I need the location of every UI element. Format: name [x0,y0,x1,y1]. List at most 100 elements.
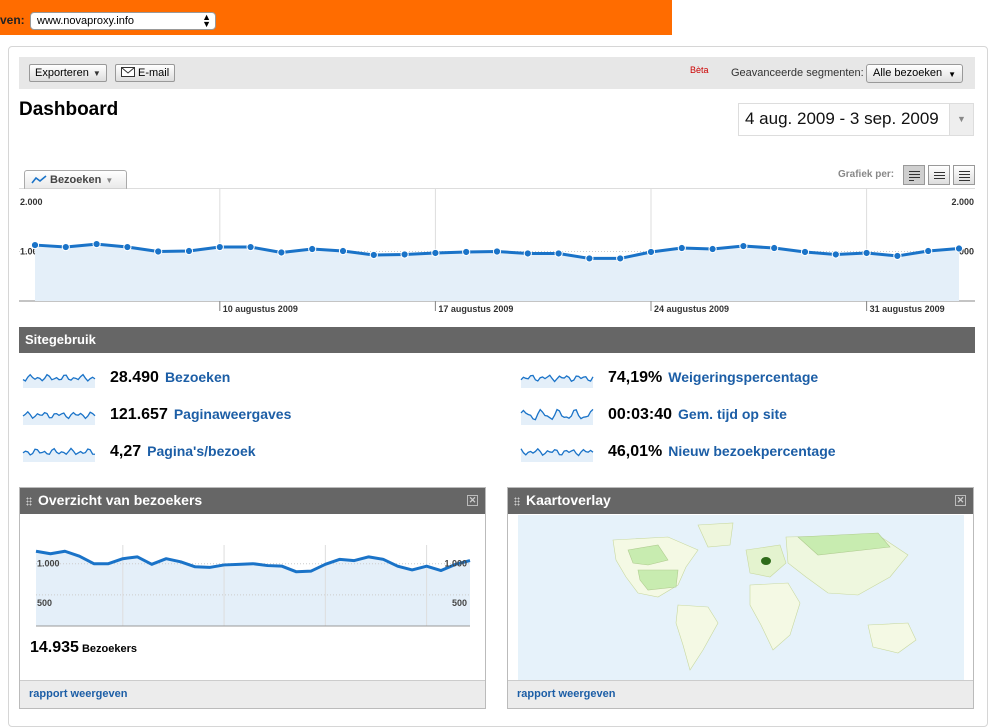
data-point[interactable] [800,247,810,257]
y-tick-label-left: 500 [37,598,52,608]
metric-value: 00:03:40 [608,406,673,423]
data-point[interactable] [492,247,502,256]
graph-by-week-button[interactable] [928,165,950,185]
y-tick-label-right: 500 [452,598,467,608]
segments-label: Geavanceerde segmenten: [731,67,864,79]
sparkline-area [23,411,95,425]
x-tick-label: 24 augustus 2009 [654,304,729,314]
sparkline-visits [22,373,96,388]
x-tick-label: 31 augustus 2009 [870,304,945,314]
chevron-down-icon: ▼ [957,114,966,124]
data-point[interactable] [369,250,378,260]
map-report-link[interactable]: rapport weergeven [508,680,973,708]
metric-value: 46,01% [608,443,663,460]
data-point[interactable] [770,243,779,253]
visits-chart: 10 augustus 2009 17 augustus 2009 24 augus… [19,188,975,314]
data-point[interactable] [708,244,717,254]
graph-by-label: Grafiek per: [838,169,895,180]
date-range-picker[interactable]: 4 aug. 2009 - 3 sep. 2009 ▼ [738,103,974,136]
profile-bar: ven: www.novaproxy.info ▲ ▼ [0,0,672,35]
data-point[interactable] [123,242,132,252]
data-point[interactable] [400,250,409,259]
map-overlay-widget: Kaartoverlay ✕ rapport weergeven [507,487,974,709]
sparkline-new-visits [520,447,594,462]
data-point[interactable] [585,254,594,263]
y-tick-label-left: 1.000 [37,559,60,569]
data-point[interactable] [739,241,748,251]
data-point[interactable] [831,250,840,259]
date-range-value: 4 aug. 2009 - 3 sep. 2009 [745,109,939,128]
metric-value: 4,27 [110,443,142,460]
data-point[interactable] [184,246,194,256]
data-point[interactable] [277,248,286,257]
visitors-report-link[interactable]: rapport weergeven [20,680,485,708]
data-point[interactable] [554,249,563,258]
widget-header[interactable]: Kaartoverlay ✕ [508,488,973,514]
metric-link-new-visits[interactable]: Nieuw bezoekpercentage [668,443,835,459]
drag-handle-icon[interactable] [26,497,32,506]
segments-select[interactable]: Alle bezoeken ▼ [866,64,963,83]
data-point[interactable] [616,254,625,263]
data-point[interactable] [308,244,317,254]
data-point[interactable] [215,242,224,252]
metric-link-visits[interactable]: Bezoeken [165,369,230,385]
metric-link-pageviews[interactable]: Paginaweergaves [174,406,292,422]
chevron-down-icon: ▼ [948,70,956,79]
site-usage-header: Sitegebruik [19,327,975,353]
sparkline-avg-time [520,408,594,425]
visitors-chart: 1.000 1.000 500 500 [35,545,471,627]
data-point[interactable] [246,242,255,252]
line-chart-icon [31,175,47,184]
export-button-label: Exporteren [35,67,89,79]
profile-select[interactable]: www.novaproxy.info ▲ ▼ [30,12,216,30]
metric-tab[interactable]: Bezoeken ▼ [24,170,127,189]
data-point[interactable] [154,247,163,256]
sparkline-pages-per-visit [22,447,96,462]
data-point[interactable] [92,239,101,249]
data-point[interactable] [523,249,532,258]
email-button[interactable]: E-mail [115,64,176,82]
world-map[interactable] [518,515,964,680]
widget-title: Kaartoverlay [526,492,611,508]
data-point[interactable] [646,247,656,257]
metric-link-pages-per-visit[interactable]: Pagina's/bezoek [147,443,255,459]
sparkline-bounce-rate [520,374,594,388]
chevron-down-icon: ▼ [92,69,101,78]
widget-header[interactable]: Overzicht van bezoekers ✕ [20,488,485,514]
visitors-total: 14.935 Bezoekers [30,639,137,657]
profile-select-value: www.novaproxy.info [37,15,135,27]
data-point[interactable] [462,247,471,257]
metric-link-avg-time[interactable]: Gem. tijd op site [678,406,787,422]
visitors-total-value: 14.935 [30,639,79,656]
export-button[interactable]: Exporteren ▼ [29,64,107,82]
updown-arrows-icon: ▲ ▼ [202,12,211,29]
map-ocean [518,515,964,680]
visitors-overview-widget: Overzicht van bezoekers ✕ 1.000 1.000 500 5… [19,487,486,709]
y-tick-label-right: 1.000 [444,559,467,569]
drag-handle-icon[interactable] [514,497,520,506]
map-netherlands-highlight[interactable] [761,557,771,565]
profile-label: ven: [0,13,25,27]
metric-link-bounce-rate[interactable]: Weigeringspercentage [668,369,818,385]
date-range-dropdown[interactable]: ▼ [949,104,973,135]
graph-by-month-button[interactable] [953,165,975,185]
x-tick-label: 10 augustus 2009 [223,304,298,314]
data-point[interactable] [338,246,348,256]
metric-value: 28.490 [110,369,159,386]
close-icon[interactable]: ✕ [955,495,966,506]
email-button-label: E-mail [138,67,170,79]
graph-by-day-button[interactable] [903,165,925,185]
x-tick-label: 17 augustus 2009 [438,304,513,314]
data-point[interactable] [30,240,40,250]
page-title: Dashboard [19,99,119,120]
data-point[interactable] [924,246,933,256]
beta-badge: Bèta [690,65,709,75]
data-point[interactable] [431,248,440,258]
data-point[interactable] [61,242,70,252]
close-icon[interactable]: ✕ [467,495,478,506]
data-point[interactable] [954,244,964,253]
data-point[interactable] [677,243,686,253]
data-point[interactable] [893,251,902,261]
sparkline-pageviews [22,410,96,425]
data-point[interactable] [862,248,871,258]
